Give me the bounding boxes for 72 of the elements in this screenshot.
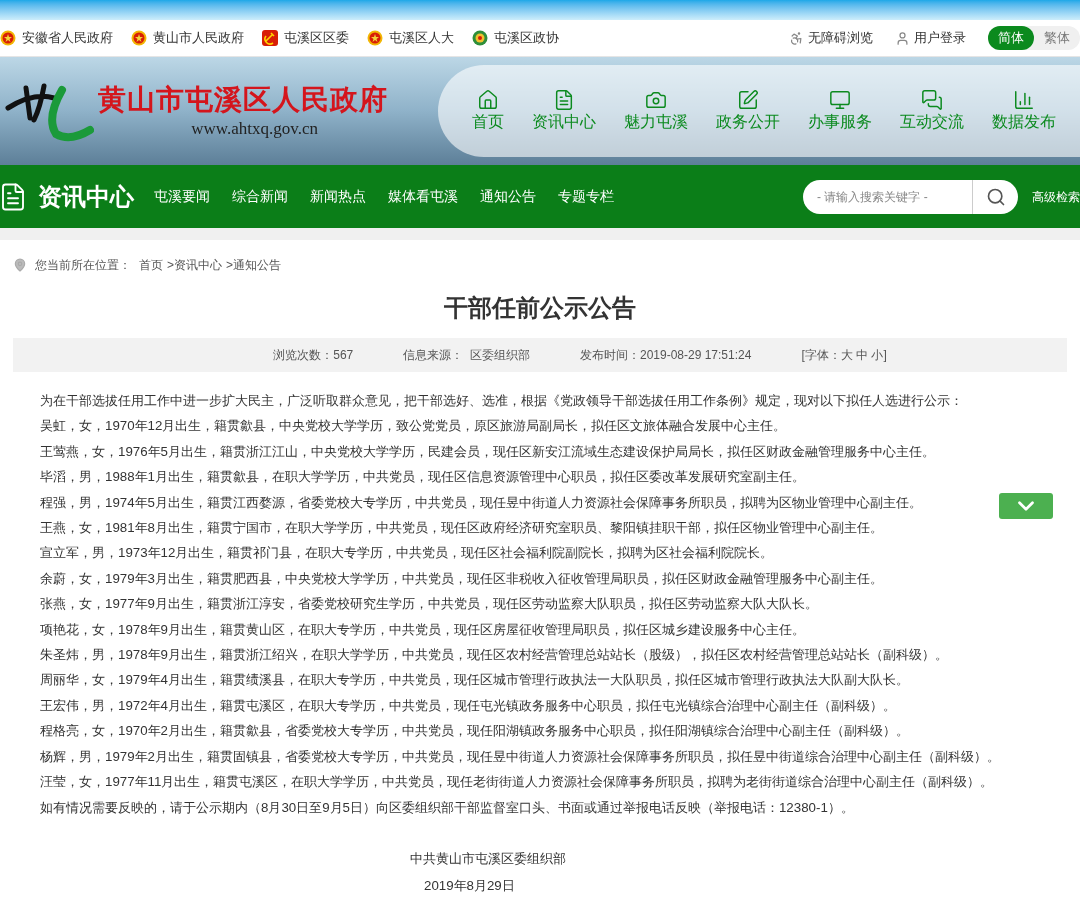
hammer-sickle-icon [262,30,278,46]
advanced-search-link[interactable]: 高级检索 [1032,187,1080,206]
main-nav-item[interactable]: 魅力屯溪 [624,89,688,133]
emblem-icon [131,30,147,46]
emblem-icon [472,30,488,46]
breadcrumb-link[interactable]: 首页 [139,256,163,274]
search-icon [985,186,1006,207]
breadcrumb-link[interactable]: >通知公告 [226,256,282,274]
document-icon [553,89,575,111]
pencil-square-icon [737,89,759,111]
site-url: www.ahtxq.gov.cn [191,118,318,140]
article-paragraph: 如有情况需要反映的，请于公示期内（8月30日至9月5日）向区委组织部干部监督室口头、书面或通过举报电话反映（举报电话：12380-1）。 [40,798,854,817]
search-field[interactable]: - 请输入搜索关键字 - [803,179,1018,214]
scroll-down-button[interactable] [999,493,1053,519]
article-paragraph: 张燕，女，1977年9月出生，籍贯浙江淳安，省委党校研究生学历，中共党员，现任区劳动监察大队职员，拟任区劳动监察大队大队长。 [40,595,818,614]
house-icon [477,89,499,111]
government-link[interactable]: 黄山市人民政府 [131,28,244,48]
section-tab[interactable]: 媒体看屯溪 [388,186,458,207]
article-paragraph: 为在干部选拔任用工作中进一步扩大民主，广泛听取群众意见，把干部选好、选准，根据《党政领导干部选拔任用工作条例》规定，现对以下拟任人选进行公示： [40,392,963,410]
article-paragraph: 周丽华，女，1979年4月出生，籍贯绩溪县，在职大专学历，中共党员，现任区城市管理行政执法一大队职员，拟任区城市管理行政执法大队副大队长。 [40,671,909,690]
main-nav-item[interactable]: 互动交流 [900,89,964,133]
emblem-icon [0,30,16,46]
breadcrumb-label: 您当前所在位置： [35,257,131,274]
meta-text: 信息来源： 区委组织部 [403,347,530,364]
article-paragraph: 项艳花，女，1978年9月出生，籍贯黄山区，在职大专学历，中共党员，现任区房屋征收管理局职员，拟任区城乡建设服务中心主任。 [40,620,805,639]
article-paragraph: 王莺燕，女，1976年5月出生，籍贯浙江江山，中央党校大学学历，民建会员，现任区新安江流域生态建设保护局局长，拟任区财政金融管理服务中心主任。 [40,442,935,461]
login-link[interactable]: 用户登录 [895,28,966,48]
government-link[interactable]: 屯溪区政协 [472,28,559,48]
location-pin-icon [13,258,27,272]
government-link[interactable]: 屯溪区区委 [262,28,349,48]
section-tab[interactable]: 综合新闻 [232,186,288,207]
main-nav-item[interactable]: 数据发布 [992,89,1056,133]
government-link[interactable]: 安徽省人民政府 [0,28,113,48]
article-paragraph: 余蔚，女，1979年3月出生，籍贯肥西县，中央党校大学学历，中共党员，现任区非税收入征收管理局职员，拟任区财政金融管理服务中心副主任。 [40,569,883,588]
main-nav-item[interactable]: 政务公开 [716,89,780,133]
accessibility-icon [789,30,804,46]
article-paragraph: 吴虹，女，1970年12月出生，籍贯歙县，中央党校大学学历，致公党党员，原区旅游局副局长，拟任区文旅体融合发展中心主任。 [40,417,787,436]
article-paragraph: 杨辉，男，1979年2月出生，籍贯固镇县，省委党校大专学历，中共党员，现任昱中街道人力资源社会保障事务所职员，拟任昱中街道综合治理中心副主任（副科级）。 [40,747,1000,766]
main-nav-item[interactable]: 首页 [472,89,504,133]
government-link[interactable]: 屯溪区人大 [367,28,454,48]
section-tab[interactable]: 通知公告 [480,186,536,207]
section-tab[interactable]: 屯溪要闻 [154,186,210,207]
bar-chart-icon [1013,89,1035,111]
section-title: 资讯中心 [38,181,134,212]
section-tab[interactable]: 新闻热点 [310,186,366,207]
section-tab[interactable]: 专题专栏 [558,186,614,207]
monitor-icon [829,89,851,111]
meta-text: [字体：大 中 小] [801,347,887,364]
breadcrumb-link[interactable]: >资讯中心 [167,256,222,274]
article-paragraph: 朱圣炜，男，1978年9月出生，籍贯浙江绍兴，在职大学学历，中共党员，现任区农村经营管理总站站长（股级），拟任区农村经营管理总站站长（副科级）。 [40,646,948,665]
article-paragraph: 毕滔，男，1988年1月出生，籍贯歙县，在职大学学历，中共党员，现任区信息资源管理中心职员，拟任区委改革发展研究室副主任。 [40,468,805,487]
article-title: 干部任前公示公告 [443,293,637,323]
camera-icon [645,89,667,111]
article-paragraph: 宣立军，男，1973年12月出生，籍贯祁门县，在职大专学历，中共党员，现任区社会福利院副院长，拟聘为区社会福利院院长。 [40,544,774,563]
article-paragraph: 程格亮，女，1970年2月出生，籍贯歙县，省委党校大专学历，中共党员，现任阳湖镇政务服务中心职员，拟任阳湖镇综合治理中心副主任（副科级）。 [40,722,909,741]
article-paragraph: 程强，男，1974年5月出生，籍贯江西婺源，省委党校大专学历，中共党员，现任昱中街道人力资源社会保障事务所职员，拟聘为区物业管理中心副主任。 [40,493,922,512]
article-paragraph: 汪莹，女，1977年11月出生，籍贯屯溪区，在职大学学历，中共党员，现任老街街道人力资源社会保障事务所职员，拟聘为老街街道综合治理中心副主任（副科级）。 [40,773,994,792]
emblem-icon [367,30,383,46]
meta-text: 浏览次数：567 [273,347,354,364]
user-icon [895,30,910,46]
language-tab[interactable]: 简体 [988,26,1034,50]
accessibility-link[interactable]: 无障碍浏览 [789,28,873,48]
meta-text: 发布时间：2019-08-29 17:51:24 [579,347,752,364]
article-paragraph: 王燕，女，1981年8月出生，籍贯宁国市，在职大学学历，中共党员，现任区政府经济研究室职员、黎阳镇挂职干部，拟任区物业管理中心副主任。 [40,519,883,538]
main-nav-item[interactable]: 办事服务 [808,89,872,133]
article-paragraph: 王宏伟，男，1972年4月出生，籍贯屯溪区，在职大专学历，中共党员，现任屯光镇政务服务中心职员，拟任屯光镇综合治理中心副主任（副科级）。 [40,696,896,715]
language-tab[interactable]: 繁体 [1034,26,1080,50]
signature-line: 中共黄山市屯溪区委组织部 [410,849,566,868]
main-nav-item[interactable]: 资讯中心 [532,89,596,133]
site-name: 黄山市屯溪区人民政府 [98,82,388,118]
chat-bubbles-icon [921,89,943,111]
signature-line: 2019年8月29日 [423,877,515,896]
